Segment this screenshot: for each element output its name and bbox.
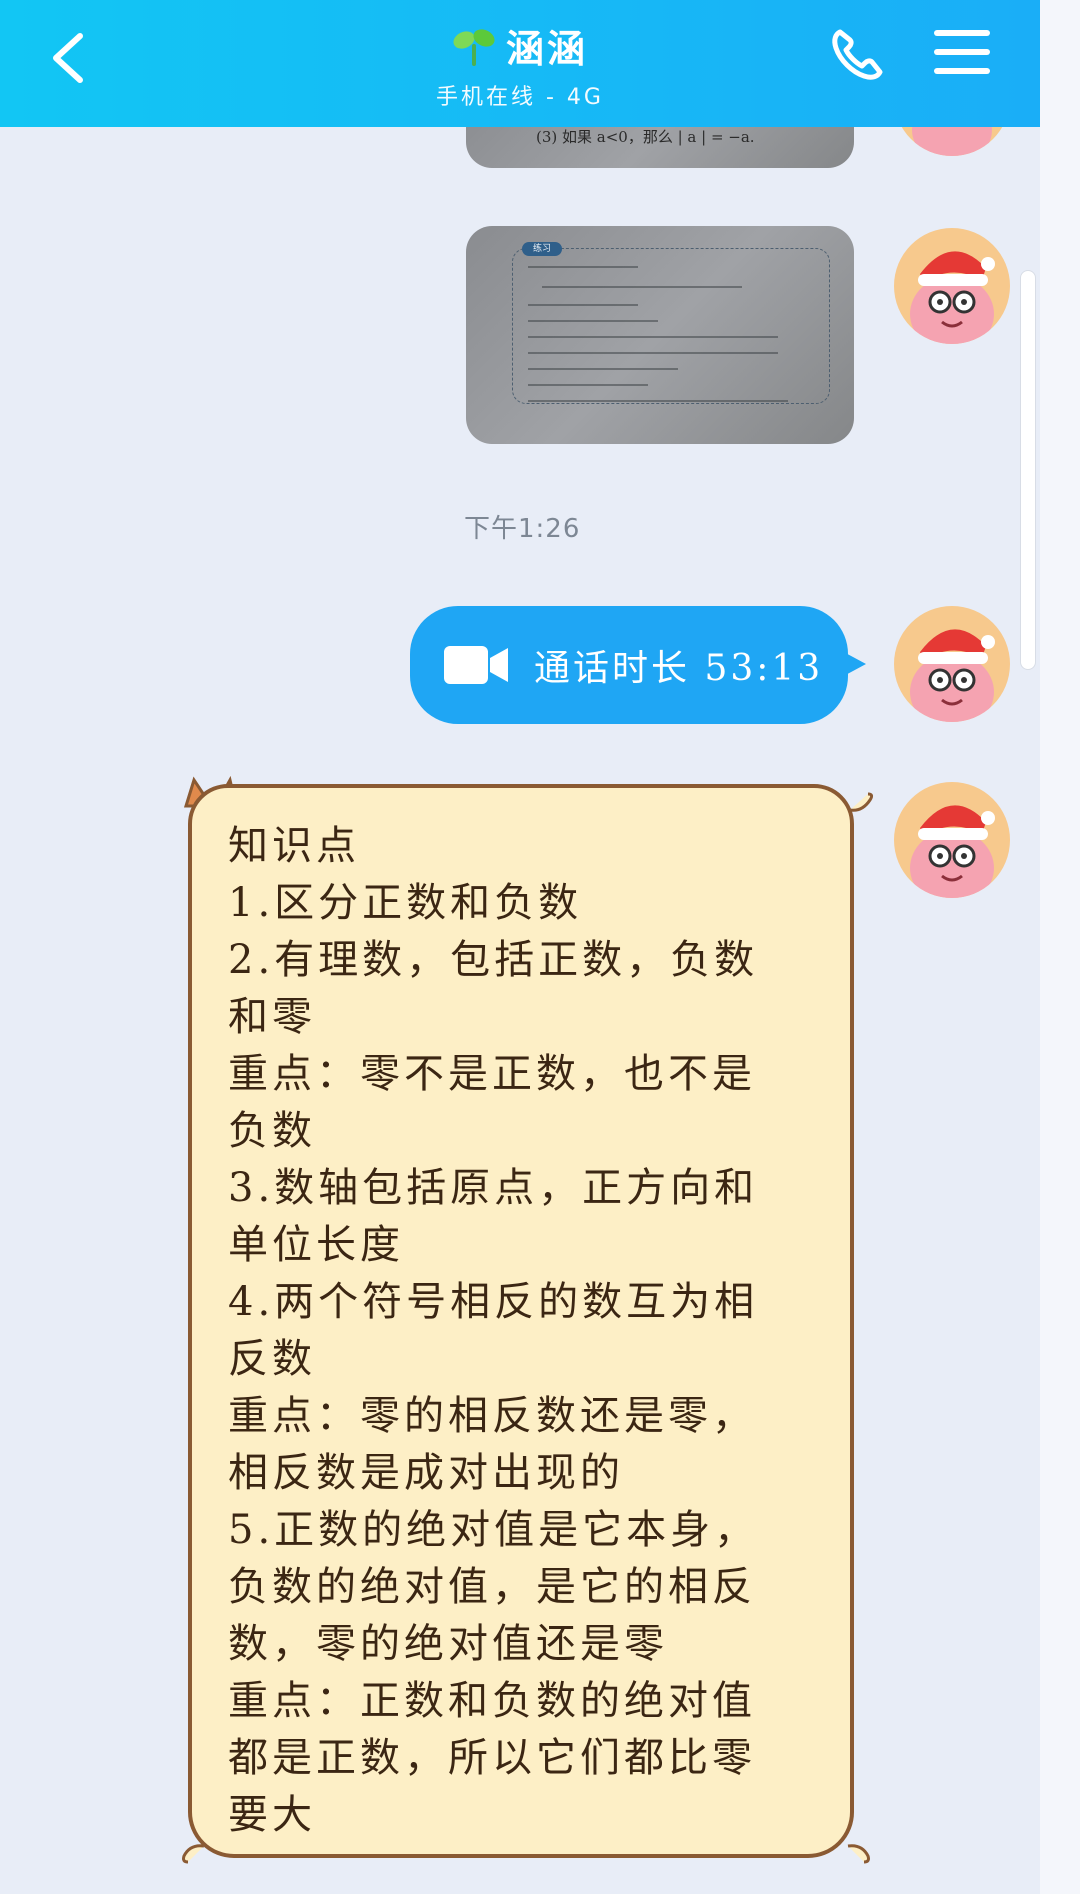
note-line: 知识点 (228, 823, 360, 869)
call-duration-text: 通话时长 53:13 (534, 648, 824, 689)
image-message-textbook[interactable]: 练习 (466, 226, 854, 444)
note-line: 相反数是成对出现的 (228, 1450, 624, 1496)
avatar[interactable] (894, 228, 1010, 344)
note-line: 3.数轴包括原点，正方向和 (228, 1165, 759, 1211)
avatar[interactable] (894, 782, 1010, 898)
avatar[interactable] (894, 606, 1010, 722)
sprout-icon (453, 28, 495, 66)
note-line: 都是正数，所以它们都比零 (228, 1735, 756, 1781)
video-camera-icon (444, 646, 508, 684)
image-formula-text: (3) 如果 a<0，那么 | a | = −a. (536, 128, 755, 146)
note-content: 知识点 1.区分正数和负数 2.有理数，包括正数，负数 和零 重点：零不是正数，… (228, 818, 828, 1844)
chat-header: 涵涵 手机在线 - 4G (0, 0, 1040, 127)
avatar-image (910, 629, 995, 722)
call-record-bubble[interactable]: 通话时长 53:13 (410, 606, 866, 724)
note-line: 数，零的绝对值还是零 (228, 1621, 668, 1667)
note-line: 要大 (228, 1792, 316, 1838)
voice-call-button[interactable] (828, 26, 886, 84)
note-line: 5.正数的绝对值是它本身， (228, 1507, 759, 1553)
note-line: 单位长度 (228, 1222, 404, 1268)
exercise-tag: 练习 (522, 242, 562, 256)
avatar-image (910, 805, 995, 898)
note-line: 反数 (228, 1336, 316, 1382)
scroll-curl-decoration (182, 1844, 205, 1864)
right-edge (1040, 0, 1080, 1894)
scroll-curl-decoration (849, 792, 874, 812)
scroll-curl-decoration (847, 1844, 870, 1864)
note-line: 重点：零不是正数，也不是 (228, 1051, 756, 1097)
note-line: 1.区分正数和负数 (228, 880, 583, 926)
avatar-image (910, 251, 995, 344)
contact-name: 涵涵 (505, 26, 588, 71)
note-line: 4.两个符号相反的数互为相 (228, 1279, 759, 1325)
note-line: 重点：零的相反数还是零， (228, 1393, 756, 1439)
scrollbar[interactable] (1020, 270, 1036, 670)
note-line: 重点：正数和负数的绝对值 (228, 1678, 756, 1724)
menu-button[interactable] (934, 30, 990, 78)
textbook-page: 练习 (484, 236, 834, 436)
note-line: 和零 (228, 994, 316, 1040)
menu-icon (934, 30, 990, 74)
phone-icon (832, 29, 883, 80)
message-timestamp: 下午1:26 (464, 514, 581, 544)
note-message-bubble[interactable]: 知识点 1.区分正数和负数 2.有理数，包括正数，负数 和零 重点：零不是正数，… (188, 784, 854, 1858)
note-line: 2.有理数，包括正数，负数 (228, 937, 759, 983)
note-line: 负数 (228, 1108, 316, 1154)
note-line: 负数的绝对值，是它的相反 (228, 1564, 756, 1610)
